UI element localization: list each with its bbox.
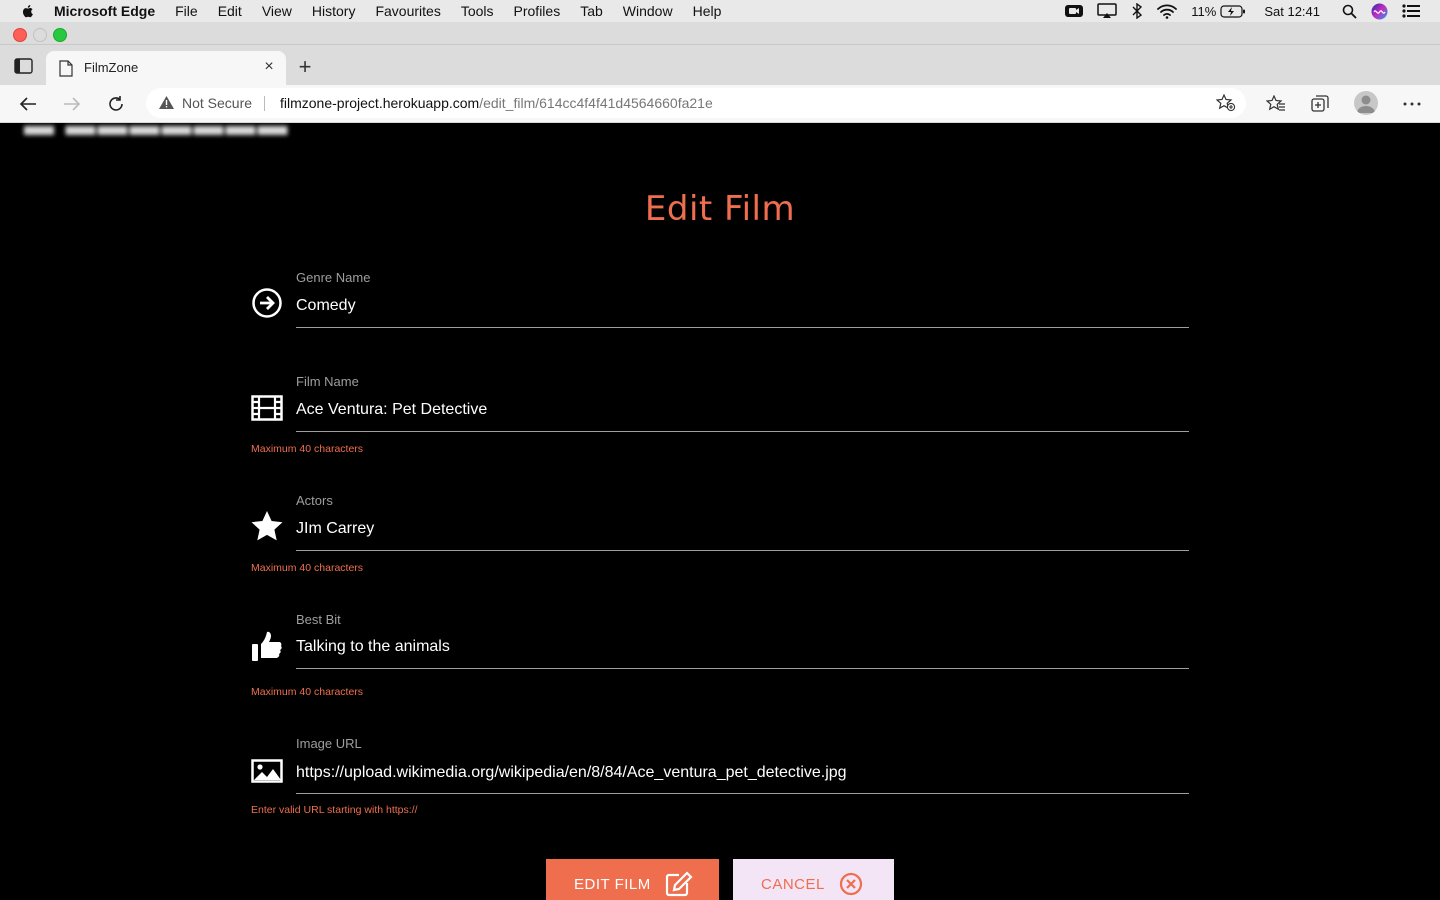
edit-icon: [665, 871, 693, 897]
genre-field: Genre Name Comedy: [250, 269, 1190, 339]
camera-icon[interactable]: [1065, 4, 1084, 18]
battery-percent: 11%: [1191, 3, 1217, 19]
actors-label: Actors: [296, 493, 333, 508]
film-name-helper: Maximum 40 characters: [251, 443, 364, 455]
refresh-icon[interactable]: [105, 93, 127, 115]
actors-input[interactable]: JIm Carrey: [296, 520, 374, 538]
new-tab-icon[interactable]: +: [294, 56, 316, 79]
menu-file[interactable]: File: [175, 3, 198, 19]
page-title: Edit Film: [644, 189, 796, 229]
address-bar[interactable]: Not Secure filmzone-project.herokuapp.co…: [146, 88, 1246, 118]
star-icon: [250, 509, 284, 543]
best-bit-field: Best Bit Talking to the animals Maximum …: [250, 611, 1190, 701]
page-icon: [59, 60, 73, 82]
image-url-label: Image URL: [296, 736, 362, 751]
apple-logo-icon[interactable]: [20, 3, 36, 19]
navigation-bar: Not Secure filmzone-project.herokuapp.co…: [0, 85, 1440, 123]
image-url-field: Image URL https://upload.wikimedia.org/w…: [250, 735, 1190, 820]
siri-icon[interactable]: [1371, 3, 1388, 20]
back-arrow-icon[interactable]: [17, 93, 39, 115]
genre-label: Genre Name: [296, 270, 371, 285]
film-name-field: Film Name Ace Ventura: Pet Detective Max…: [250, 373, 1190, 458]
collections-icon[interactable]: [1309, 93, 1331, 115]
image-icon: [250, 754, 284, 788]
add-favourite-icon[interactable]: [1215, 93, 1236, 117]
thumbs-up-icon: [250, 629, 284, 663]
menu-tools[interactable]: Tools: [461, 3, 494, 19]
tab-close-icon[interactable]: ×: [261, 59, 277, 75]
menu-help[interactable]: Help: [693, 3, 722, 19]
best-bit-label: Best Bit: [296, 612, 341, 627]
security-label[interactable]: Not Secure: [182, 95, 252, 111]
edit-film-label: EDIT FILM: [574, 875, 651, 893]
film-name-label: Film Name: [296, 374, 359, 389]
arrow-circle-right-icon: [250, 286, 284, 320]
menu-window[interactable]: Window: [623, 3, 673, 19]
best-bit-helper: Maximum 40 characters: [251, 686, 364, 698]
address-divider: [264, 96, 265, 111]
window-close-button[interactable]: [13, 28, 27, 42]
menubar-clock[interactable]: Sat 12:41: [1264, 4, 1320, 19]
film-name-input[interactable]: Ace Ventura: Pet Detective: [296, 401, 487, 419]
url-path: /edit_film/614cc4f4f41d4564660fa21e: [479, 95, 713, 111]
menu-favourites[interactable]: Favourites: [375, 3, 440, 19]
actors-field: Actors JIm Carrey Maximum 40 characters: [250, 492, 1190, 577]
menu-history[interactable]: History: [312, 3, 356, 19]
tab-bar: FilmZone × +: [0, 45, 1440, 85]
window-titlebar: [0, 22, 1440, 45]
more-options-icon[interactable]: [1401, 93, 1423, 115]
menu-profiles[interactable]: Profiles: [514, 3, 561, 19]
menu-view[interactable]: View: [262, 3, 292, 19]
forward-arrow-icon[interactable]: [61, 93, 83, 115]
site-logo-cutoff[interactable]: ▬ ▬▬▬▬▬▬▬: [24, 123, 290, 143]
warning-icon[interactable]: [158, 95, 175, 115]
tab-filmzone[interactable]: FilmZone ×: [46, 51, 286, 85]
menu-edit[interactable]: Edit: [218, 3, 242, 19]
actors-underline: [296, 550, 1189, 551]
genre-input[interactable]: Comedy: [296, 297, 356, 315]
cancel-label: CANCEL: [761, 875, 825, 893]
best-bit-underline: [296, 668, 1189, 669]
image-url-input[interactable]: https://upload.wikimedia.org/wikipedia/e…: [296, 764, 847, 782]
image-url-helper: Enter valid URL starting with https://: [251, 804, 418, 816]
page-content: ▬ ▬▬▬▬▬▬▬ Edit Film Genre Name Comedy Fi…: [0, 123, 1440, 900]
macos-menu-bar: Microsoft Edge File Edit View History Fa…: [0, 0, 1440, 22]
airplay-icon[interactable]: [1097, 3, 1118, 19]
profile-avatar-icon[interactable]: [1354, 91, 1378, 115]
url-host: filmzone-project.herokuapp.com: [280, 95, 480, 111]
tab-title: FilmZone: [84, 60, 139, 75]
bluetooth-icon[interactable]: [1131, 3, 1143, 19]
tab-actions-icon[interactable]: [14, 57, 34, 75]
menu-tab[interactable]: Tab: [580, 3, 603, 19]
window-zoom-button[interactable]: [53, 28, 67, 42]
genre-underline: [296, 327, 1189, 328]
spotlight-search-icon[interactable]: [1342, 4, 1357, 19]
wifi-icon[interactable]: [1157, 4, 1178, 19]
film-name-underline: [296, 431, 1189, 432]
best-bit-input[interactable]: Talking to the animals: [296, 638, 450, 656]
favourites-icon[interactable]: [1265, 93, 1287, 115]
window-minimize-button[interactable]: [33, 28, 47, 42]
close-circle-icon: [839, 872, 863, 896]
control-center-icon[interactable]: [1402, 4, 1420, 18]
film-icon: [250, 391, 284, 425]
actors-helper: Maximum 40 characters: [251, 562, 364, 574]
cancel-button[interactable]: CANCEL: [733, 859, 894, 900]
edit-film-button[interactable]: EDIT FILM: [546, 859, 719, 900]
menu-app-name[interactable]: Microsoft Edge: [54, 3, 155, 19]
url-text[interactable]: filmzone-project.herokuapp.com/edit_film…: [280, 95, 713, 111]
battery-charging-icon[interactable]: [1220, 4, 1246, 18]
image-url-underline: [296, 793, 1189, 794]
